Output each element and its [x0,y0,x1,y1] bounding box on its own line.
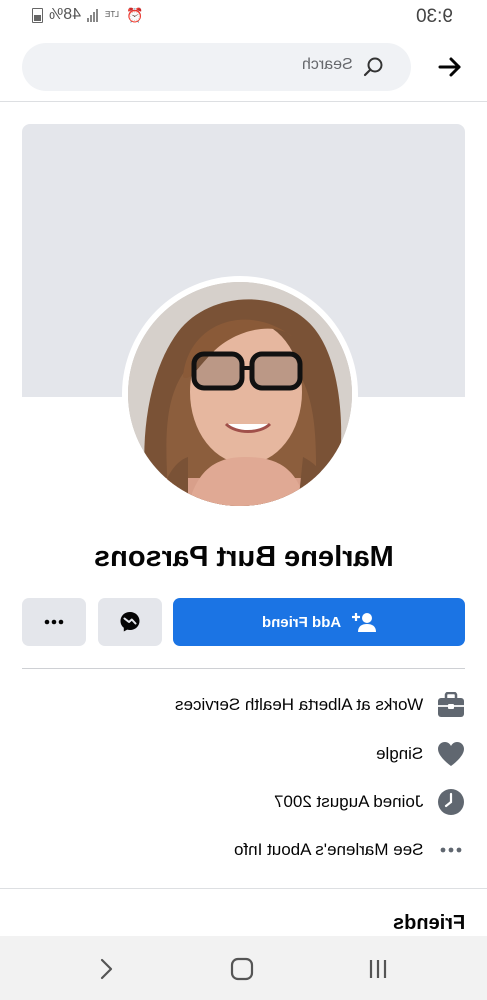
profile-picture[interactable] [122,276,358,512]
search-placeholder[interactable]: Search [302,56,353,74]
system-nav-bar [0,936,487,1000]
heart-icon [437,740,465,768]
search-icon [363,56,385,83]
friends-section-title: Friends [392,912,465,934]
status-icons: 48% LTE ⏰ [32,6,143,24]
info-work-text: Works at Alberta Health Services [174,695,423,714]
avatar [128,282,352,506]
info-joined: Joined August 2007 [274,787,465,817]
status-bar: 48% LTE ⏰ 9:30 [0,0,487,34]
battery-percentage: 48% [49,6,82,23]
info-see-about[interactable]: See Marlene's About Info [234,835,465,865]
messenger-button[interactable] [98,598,162,646]
battery-icon [32,7,43,23]
alarm-icon: ⏰ [126,6,144,23]
profile-name: Marlene Burt Parsons [93,541,394,573]
clock-icon [437,788,465,816]
home-nav-icon[interactable] [227,956,257,982]
section-divider [22,668,465,669]
info-see-about-text[interactable]: See Marlene's About Info [234,840,423,860]
more-dots-icon [44,619,64,625]
briefcase-icon [437,691,465,719]
back-nav-icon[interactable] [91,956,121,982]
info-relationship: Single [376,739,465,769]
back-arrow-icon[interactable] [435,52,465,82]
section-divider [0,888,487,889]
search-bar[interactable]: Search [22,43,411,91]
add-friend-label: Add Friend [262,613,342,631]
add-friend-button[interactable]: Add Friend [173,598,465,646]
messenger-icon [120,612,140,632]
recents-nav-icon[interactable] [363,956,393,982]
signal-icon [87,8,99,22]
info-work: Works at Alberta Health Services [175,690,465,720]
more-options-button[interactable] [22,598,86,646]
more-dots-icon [437,836,465,864]
info-joined-text: Joined August 2007 [273,792,423,811]
network-type: LTE [105,10,120,19]
info-relationship-text: Single [375,744,423,763]
add-person-icon [351,613,376,632]
status-time: 9:30 [416,6,453,27]
header-divider [0,101,487,102]
